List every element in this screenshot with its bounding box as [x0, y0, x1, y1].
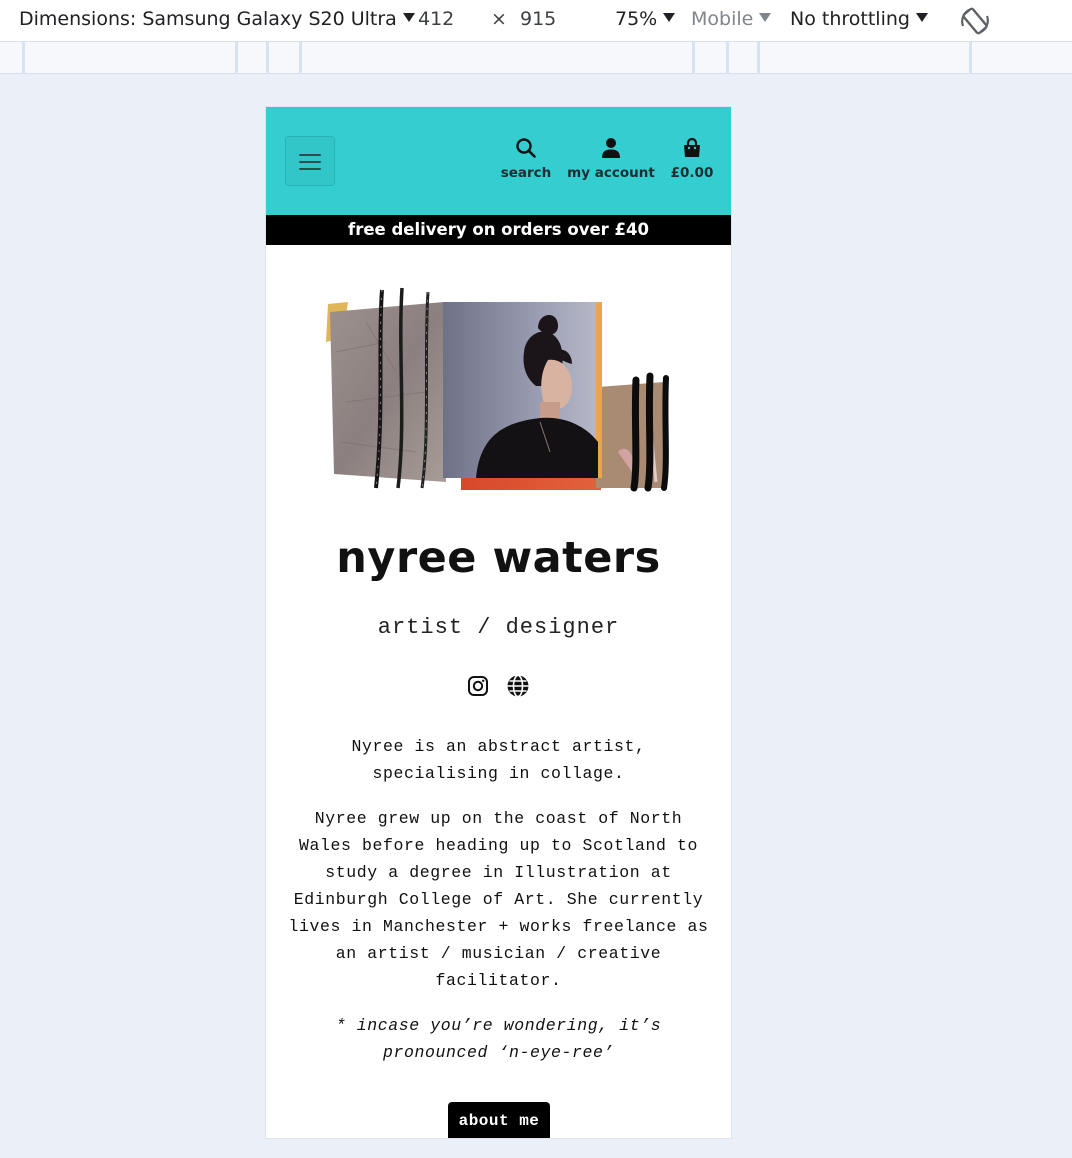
device-dimensions-label: Dimensions: Samsung Galaxy S20 Ultra	[19, 8, 397, 30]
device-type-dropdown[interactable]: Mobile	[691, 8, 772, 30]
zoom-label: 75%	[615, 8, 658, 30]
bio-body: Nyree grew up on the coast of North Wale…	[288, 809, 709, 990]
caret-down-icon	[663, 13, 676, 22]
site-header: search my account £0.00	[266, 107, 731, 215]
nav-basket[interactable]: £0.00	[666, 137, 718, 181]
bag-icon	[684, 137, 700, 157]
basket-total: £0.00	[670, 165, 714, 181]
throttling-dropdown[interactable]: No throttling	[790, 8, 928, 30]
media-query-ruler	[0, 42, 1072, 74]
instagram-icon[interactable]	[467, 675, 489, 702]
ruler-marker	[299, 42, 302, 74]
ruler-marker	[757, 42, 760, 74]
width-input[interactable]: 412	[418, 8, 454, 30]
caret-down-icon	[402, 13, 415, 22]
bio-intro: Nyree is an abstract artist, specialisin…	[351, 737, 646, 783]
device-type-label: Mobile	[691, 8, 754, 30]
artist-role: artist / designer	[377, 615, 620, 640]
user-icon	[602, 138, 620, 158]
artist-name: nyree waters	[336, 533, 661, 583]
caret-down-icon	[759, 13, 772, 22]
ruler-marker	[235, 42, 238, 74]
ruler-marker	[692, 42, 695, 74]
pronunciation-note: * incase you’re wondering, it’s pronounc…	[335, 1016, 662, 1062]
dimension-separator: ×	[491, 8, 507, 30]
nav-my-account[interactable]: my account	[566, 137, 656, 181]
ruler-marker	[726, 42, 729, 74]
mobile-viewport: search my account £0.00 free delivery on…	[266, 107, 731, 1138]
ruler-marker	[22, 42, 25, 74]
rotate-icon[interactable]	[958, 4, 992, 38]
height-input[interactable]: 915	[520, 8, 556, 30]
nav-account-label: my account	[567, 165, 655, 181]
device-dimensions-dropdown[interactable]: Dimensions: Samsung Galaxy S20 Ultra	[19, 8, 415, 30]
globe-icon[interactable]	[506, 674, 530, 703]
social-links	[266, 674, 731, 703]
nav-search-label: search	[500, 165, 552, 181]
artist-collage-image	[326, 282, 676, 494]
caret-down-icon	[915, 13, 928, 22]
about-me-button[interactable]: about me	[448, 1102, 550, 1138]
throttling-label: No throttling	[790, 8, 910, 30]
ruler-marker	[969, 42, 972, 74]
nav-search[interactable]: search	[498, 137, 554, 181]
delivery-banner: free delivery on orders over £40	[266, 215, 731, 245]
zoom-dropdown[interactable]: 75%	[615, 8, 676, 30]
search-icon	[516, 138, 536, 158]
ruler-marker	[266, 42, 269, 74]
devtools-device-toolbar: Dimensions: Samsung Galaxy S20 Ultra 412…	[0, 0, 1072, 42]
menu-button[interactable]	[285, 136, 335, 186]
